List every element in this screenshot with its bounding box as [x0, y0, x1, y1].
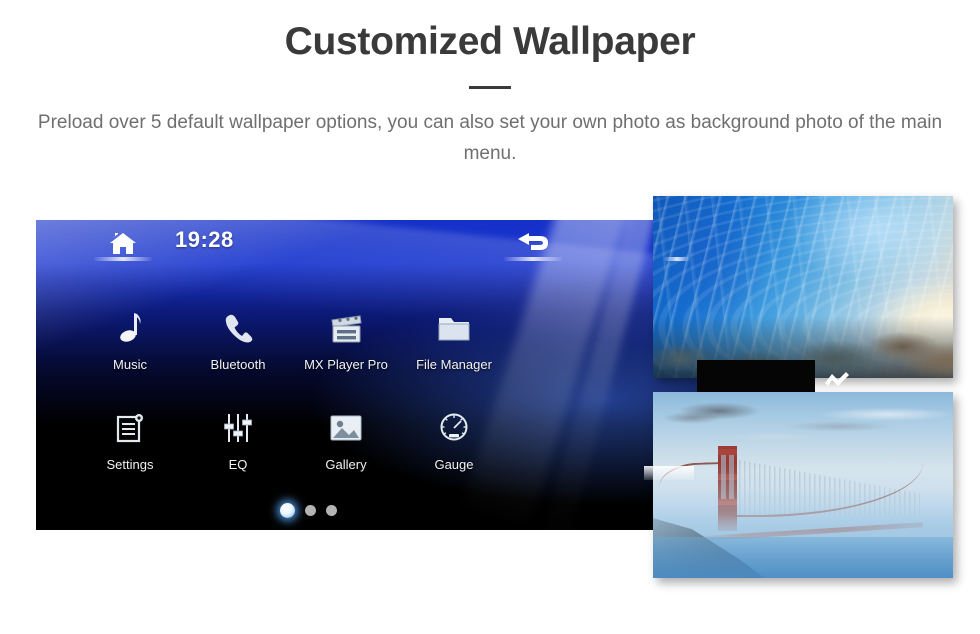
page-dot-3[interactable]: [326, 505, 337, 516]
app-row-2: Settings EQ Gallery Gauge: [76, 408, 526, 472]
back-arrow-icon: [518, 233, 548, 250]
settings-list-gear-icon: [76, 408, 184, 448]
clock-time: 19:28: [175, 227, 234, 252]
home-button[interactable]: [92, 226, 154, 261]
app-label: File Manager: [416, 357, 492, 372]
back-button[interactable]: [502, 226, 564, 261]
wallpaper-thumbnail-ice-cave[interactable]: [653, 196, 953, 378]
hidden-panel-strip: [697, 360, 815, 392]
app-label: Settings: [106, 457, 154, 472]
page-dot-1[interactable]: [280, 503, 295, 518]
app-grid: Music Bluetooth MX Player Pro File Manag…: [76, 308, 526, 508]
app-gauge[interactable]: Gauge: [400, 408, 508, 472]
equalizer-sliders-icon: [184, 408, 292, 448]
music-note-icon: [76, 308, 184, 348]
app-label: Music: [113, 357, 147, 372]
clapperboard-icon: [292, 308, 400, 348]
picture-icon: [292, 408, 400, 448]
folder-icon: [400, 308, 508, 348]
app-settings[interactable]: Settings: [76, 408, 184, 472]
app-label: MX Player Pro: [304, 357, 388, 372]
page-header: Customized Wallpaper Preload over 5 defa…: [0, 0, 980, 169]
app-mx-player-pro[interactable]: MX Player Pro: [292, 308, 400, 372]
status-bar: 19:28: [36, 220, 697, 266]
car-head-unit-screen: 19:28 Music Bluetooth MX Player Pro File…: [36, 220, 697, 530]
speedometer-icon: [400, 408, 508, 448]
golden-gate-water: [653, 537, 953, 578]
title-divider: [469, 86, 511, 89]
app-bluetooth[interactable]: Bluetooth: [184, 308, 292, 372]
page-indicator-dots[interactable]: [280, 503, 337, 518]
home-icon: [110, 232, 136, 254]
app-label: Gallery: [325, 457, 367, 472]
app-label: Bluetooth: [210, 357, 266, 372]
app-row-1: Music Bluetooth MX Player Pro File Manag…: [76, 308, 526, 372]
page-dot-2[interactable]: [305, 505, 316, 516]
page-subtitle: Preload over 5 default wallpaper options…: [37, 112, 943, 164]
app-eq[interactable]: EQ: [184, 408, 292, 472]
zigzag-wave-icon: [824, 370, 850, 388]
app-label: Gauge: [434, 457, 474, 472]
page-title: Customized Wallpaper: [284, 20, 696, 63]
app-gallery[interactable]: Gallery: [292, 408, 400, 472]
app-label: EQ: [228, 457, 248, 472]
status-bar-edge-highlight: [644, 466, 694, 480]
phone-handset-icon: [184, 308, 292, 348]
wallpaper-thumbnail-golden-gate[interactable]: [653, 392, 953, 578]
app-file-manager[interactable]: File Manager: [400, 308, 508, 372]
app-music[interactable]: Music: [76, 308, 184, 372]
status-bar-extra-button[interactable]: [664, 226, 697, 261]
